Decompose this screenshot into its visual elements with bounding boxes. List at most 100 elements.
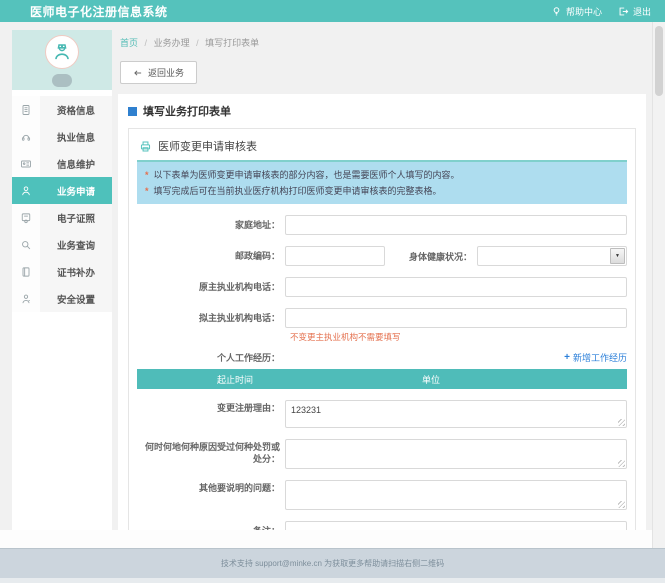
app-footer: 技术支持 support@minke.cn 为获取更多帮助请扫描右侧二维码 bbox=[0, 548, 665, 578]
original-org-phone-row: 原主执业机构电话： bbox=[137, 277, 627, 297]
sidebar-item-label: 业务查询 bbox=[40, 231, 112, 258]
home-address-row: 家庭地址： bbox=[137, 215, 627, 235]
postal-code-input[interactable] bbox=[285, 246, 385, 266]
add-work-experience-link[interactable]: + 新增工作经历 bbox=[564, 351, 627, 364]
original-org-phone-label: 原主执业机构电话： bbox=[137, 281, 285, 293]
sidebar-item-security-settings[interactable]: 安全设置 bbox=[12, 285, 112, 312]
sidebar-item-label: 信息维护 bbox=[40, 150, 112, 177]
column-header-time-range: 起止时间 bbox=[137, 373, 333, 386]
home-address-label: 家庭地址： bbox=[137, 219, 285, 231]
screen: 医师电子化注册信息系统 帮助中心 退出 bbox=[0, 0, 665, 583]
sidebar-item-business-query[interactable]: 业务查询 bbox=[12, 231, 112, 258]
breadcrumb: 首页 / 业务办理 / 填写打印表单 bbox=[118, 30, 646, 49]
app-title: 医师电子化注册信息系统 bbox=[30, 3, 168, 20]
sidebar-item-certificate-reissue[interactable]: 证书补办 bbox=[12, 258, 112, 285]
proposed-org-phone-label: 拟主执业机构电话： bbox=[137, 312, 285, 324]
breadcrumb-current-page: 填写打印表单 bbox=[205, 38, 259, 48]
section-title-text: 填写业务打印表单 bbox=[143, 103, 231, 119]
help-center-link[interactable]: 帮助中心 bbox=[551, 5, 602, 18]
other-issues-textarea-wrap bbox=[285, 480, 627, 510]
asterisk-icon: * bbox=[145, 167, 149, 183]
change-reason-label: 变更注册理由： bbox=[137, 400, 285, 414]
notice-text: 以下表单为医师变更申请审核表的部分内容，也是需要医师个人填写的内容。 bbox=[154, 167, 460, 183]
notice-text: 填写完成后可在当前执业医疗机构打印医师变更申请审核表的完整表格。 bbox=[154, 183, 442, 199]
sidebar-item-info-maintenance[interactable]: 信息维护 bbox=[12, 150, 112, 177]
home-address-input[interactable] bbox=[285, 215, 627, 235]
dropdown-arrow-icon[interactable]: ▼ bbox=[610, 248, 625, 264]
section-title: 填写业务打印表单 bbox=[128, 103, 636, 119]
form-title: 医师变更申请审核表 bbox=[158, 138, 257, 154]
avatar[interactable] bbox=[45, 35, 79, 69]
sidebar-item-label: 执业信息 bbox=[40, 123, 112, 150]
change-reason-textarea[interactable]: 123231 bbox=[285, 400, 627, 428]
certificate-icon bbox=[12, 204, 40, 231]
sidebar-item-label: 电子证照 bbox=[40, 204, 112, 231]
breadcrumb-home[interactable]: 首页 bbox=[120, 38, 138, 48]
user-icon bbox=[12, 177, 40, 204]
original-org-phone-input[interactable] bbox=[285, 277, 627, 297]
doctor-icon bbox=[51, 41, 73, 63]
proposed-org-phone-helper: 不变更主执业机构不需要填写 bbox=[290, 331, 627, 343]
back-button-label: 返回业务 bbox=[148, 66, 184, 79]
document-icon bbox=[12, 96, 40, 123]
form-title-row: 医师变更申请审核表 bbox=[137, 135, 627, 162]
work-experience-row: 个人工作经历： + 新增工作经历 bbox=[137, 351, 627, 364]
back-to-business-button[interactable]: 返回业务 bbox=[120, 61, 197, 84]
breadcrumb-separator: / bbox=[196, 38, 199, 48]
notice-line: * 以下表单为医师变更申请审核表的部分内容，也是需要医师个人填写的内容。 bbox=[145, 167, 619, 183]
change-reason-row: 变更注册理由： 123231 bbox=[137, 400, 627, 428]
logout-link[interactable]: 退出 bbox=[618, 5, 651, 18]
app-header: 医师电子化注册信息系统 帮助中心 退出 bbox=[0, 0, 665, 22]
sidebar-item-practice-info[interactable]: 执业信息 bbox=[12, 123, 112, 150]
other-issues-row: 其他要说明的问题： bbox=[137, 480, 627, 510]
form-panel: 填写业务打印表单 医师变更申请审核表 * 以下表单为医师变更申请审核表的部分内容… bbox=[118, 94, 646, 583]
notice-box: * 以下表单为医师变更申请审核表的部分内容，也是需要医师个人填写的内容。 * 填… bbox=[137, 162, 627, 204]
user-avatar-block bbox=[12, 30, 112, 90]
sidebar-item-label: 证书补办 bbox=[40, 258, 112, 285]
main-content: 首页 / 业务办理 / 填写打印表单 返回业务 填写业务打印表单 bbox=[118, 30, 646, 583]
proposed-org-phone-row: 拟主执业机构电话： bbox=[137, 308, 627, 328]
work-experience-label: 个人工作经历： bbox=[137, 352, 285, 364]
section-bullet bbox=[128, 107, 137, 116]
sidebar-item-qualification-info[interactable]: 资格信息 bbox=[12, 96, 112, 123]
punishment-row: 何时何地何种原因受过何种处罚或处分： bbox=[137, 439, 627, 469]
add-work-experience-label: 新增工作经历 bbox=[573, 351, 627, 364]
health-status-select[interactable]: ▼ bbox=[477, 246, 627, 266]
footer-text: 技术支持 support@minke.cn 为获取更多帮助请扫描右侧二维码 bbox=[221, 558, 444, 569]
headset-icon bbox=[12, 123, 40, 150]
idcard-icon bbox=[12, 150, 40, 177]
sidebar-item-electronic-certificate[interactable]: 电子证照 bbox=[12, 204, 112, 231]
change-reason-textarea-wrap: 123231 bbox=[285, 400, 627, 428]
breadcrumb-separator: / bbox=[145, 38, 148, 48]
post-footer-strip bbox=[0, 578, 665, 583]
logout-icon bbox=[618, 6, 629, 17]
postal-code-label: 邮政编码： bbox=[137, 250, 285, 262]
search-icon bbox=[12, 231, 40, 258]
sidebar-item-label: 业务申请 bbox=[40, 177, 112, 204]
notice-line: * 填写完成后可在当前执业医疗机构打印医师变更申请审核表的完整表格。 bbox=[145, 183, 619, 199]
sidebar-item-business-application[interactable]: 业务申请 bbox=[12, 177, 112, 204]
pre-footer-strip bbox=[0, 530, 665, 548]
breadcrumb-business-handling[interactable]: 业务办理 bbox=[154, 38, 190, 48]
help-center-label: 帮助中心 bbox=[566, 5, 602, 18]
punishment-label: 何时何地何种原因受过何种处罚或处分： bbox=[137, 439, 285, 465]
asterisk-icon: * bbox=[145, 183, 149, 199]
book-icon bbox=[12, 258, 40, 285]
header-actions: 帮助中心 退出 bbox=[551, 5, 651, 18]
postal-health-row: 邮政编码： 身体健康状况： ▼ bbox=[137, 246, 627, 266]
sidebar: 资格信息 执业信息 信息维护 业务申请 bbox=[12, 30, 112, 560]
user-name-placeholder bbox=[52, 74, 72, 87]
punishment-textarea-wrap bbox=[285, 439, 627, 469]
vertical-scrollbar[interactable] bbox=[652, 22, 665, 548]
logout-label: 退出 bbox=[633, 5, 651, 18]
lightbulb-icon bbox=[551, 6, 562, 17]
punishment-textarea[interactable] bbox=[285, 439, 627, 469]
other-issues-textarea[interactable] bbox=[285, 480, 627, 510]
printer-icon bbox=[139, 140, 152, 153]
proposed-org-phone-input[interactable] bbox=[285, 308, 627, 328]
column-header-organization: 单位 bbox=[333, 373, 529, 386]
form-card: 医师变更申请审核表 * 以下表单为医师变更申请审核表的部分内容，也是需要医师个人… bbox=[128, 128, 636, 583]
scrollbar-thumb[interactable] bbox=[655, 26, 663, 96]
sidebar-menu: 资格信息 执业信息 信息维护 业务申请 bbox=[12, 96, 112, 312]
security-user-icon bbox=[12, 285, 40, 312]
